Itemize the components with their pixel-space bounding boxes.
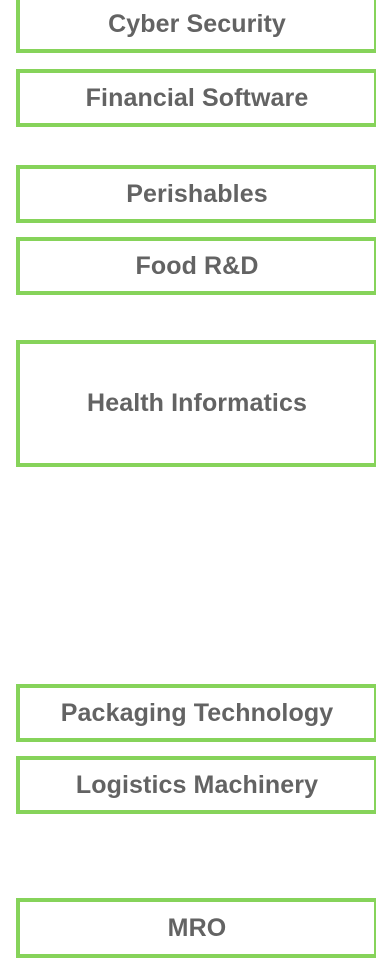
- box-health-informatics: Health Informatics: [16, 340, 376, 467]
- box-label: Logistics Machinery: [75, 770, 319, 799]
- box-financial-software: Financial Software: [16, 69, 376, 127]
- box-label: Cyber Security: [108, 9, 286, 38]
- box-perishables: Perishables: [16, 165, 376, 223]
- box-label: Health Informatics: [87, 389, 307, 417]
- box-label: MRO: [167, 913, 227, 942]
- box-label: Food R&D: [135, 251, 259, 280]
- box-label: Financial Software: [85, 83, 309, 112]
- box-cyber-security: Cyber Security: [16, 0, 376, 53]
- box-mro: MRO: [16, 898, 376, 958]
- box-food-rd: Food R&D: [16, 237, 376, 295]
- box-label: Packaging Technology: [60, 698, 334, 727]
- box-packaging-technology: Packaging Technology: [16, 684, 376, 742]
- box-logistics-machinery: Logistics Machinery: [16, 756, 376, 814]
- box-label: Perishables: [126, 179, 268, 208]
